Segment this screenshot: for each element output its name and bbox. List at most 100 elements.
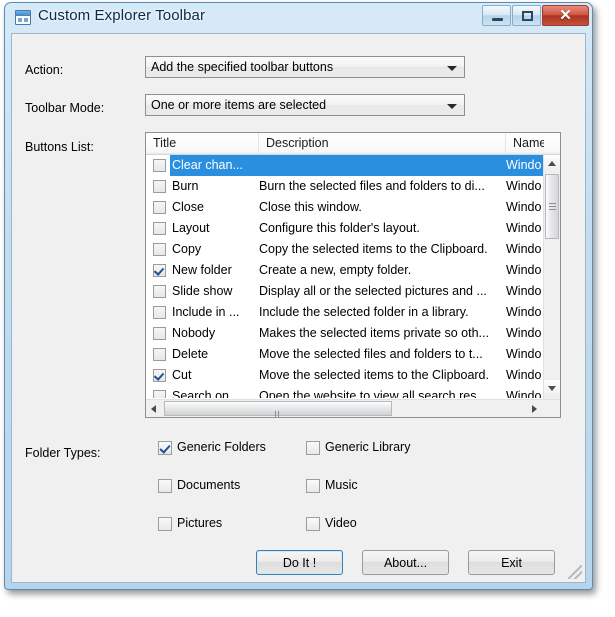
folder-types-label: Folder Types: [25, 446, 101, 460]
toolbar-mode-combobox[interactable]: One or more items are selected [145, 94, 465, 116]
dialog-window: Custom Explorer Toolbar ✕ Action: Add th… [4, 2, 593, 590]
table-row[interactable]: Close Close this window. Windo [146, 197, 544, 218]
checkbox-box[interactable] [158, 517, 172, 531]
action-label: Action: [25, 63, 64, 77]
row-checkbox[interactable] [153, 264, 166, 277]
cell-name: Windo [506, 179, 542, 193]
checkbox-label: Documents [177, 478, 241, 492]
chevron-down-icon [447, 66, 457, 71]
cell-title: Burn [172, 179, 199, 193]
cell-description: Display all or the selected pictures and… [259, 284, 487, 298]
explorer-window-icon [15, 10, 31, 25]
horizontal-scrollbar[interactable] [146, 399, 560, 417]
list-rows: Clear chan... Windo Burn Burn the selected … [146, 155, 544, 398]
cell-title: Copy [172, 242, 202, 256]
column-header-description[interactable]: Description [259, 133, 506, 154]
table-row[interactable]: Search on... Open the website to view all… [146, 386, 544, 398]
scroll-left-button[interactable] [146, 400, 163, 417]
table-row[interactable]: New folder Create a new, empty folder. Win… [146, 260, 544, 281]
cell-name: Windo [506, 221, 542, 235]
cell-description: Move the selected items to the Clipboard… [259, 368, 489, 382]
table-row[interactable]: Clear chan... Windo [146, 155, 544, 176]
checkbox-box[interactable] [158, 479, 172, 493]
column-header-name[interactable]: Name [506, 133, 544, 154]
scroll-up-button[interactable] [544, 155, 560, 172]
cell-name: Windo [506, 347, 542, 361]
toolbar-mode-combobox-value: One or more items are selected [151, 98, 327, 112]
cell-title: Close [172, 200, 204, 214]
cell-title: Include in ... [172, 305, 240, 319]
close-button[interactable]: ✕ [542, 5, 589, 26]
scroll-right-button[interactable] [526, 400, 543, 417]
about-button[interactable]: About... [362, 550, 449, 575]
vertical-scrollbar[interactable] [543, 155, 560, 417]
scroll-grip-icon [549, 203, 556, 210]
table-row[interactable]: Slide show Display all or the selected pi… [146, 281, 544, 302]
table-row[interactable]: Layout Configure this folder's layout. Win… [146, 218, 544, 239]
row-checkbox[interactable] [153, 180, 166, 193]
cell-name: Windo [506, 326, 542, 340]
cell-title: Clear chan... [172, 158, 243, 172]
exit-button[interactable]: Exit [468, 550, 555, 575]
cell-title: Nobody [172, 326, 216, 340]
cell-title: New folder [172, 263, 232, 277]
cell-title: Slide show [172, 284, 233, 298]
cell-description [259, 155, 507, 176]
row-checkbox[interactable] [153, 222, 166, 235]
table-row[interactable]: Burn Burn the selected files and folders … [146, 176, 544, 197]
maximize-button[interactable] [512, 5, 541, 26]
table-row[interactable]: Nobody Makes the selected items private s… [146, 323, 544, 344]
cell-description: Move the selected files and folders to t… [259, 347, 483, 361]
row-checkbox[interactable] [153, 348, 166, 361]
checkbox-label: Generic Folders [177, 440, 266, 454]
screen: Custom Explorer Toolbar ✕ Action: Add th… [0, 0, 615, 617]
do-it-button[interactable]: Do It ! [256, 550, 343, 575]
horizontal-scroll-thumb[interactable] [164, 401, 392, 417]
checkbox-box[interactable] [158, 441, 172, 455]
maximize-icon [522, 11, 533, 21]
checkbox-label: Video [325, 516, 357, 530]
row-checkbox[interactable] [153, 285, 166, 298]
cell-description: Configure this folder's layout. [259, 221, 420, 235]
checkbox-box[interactable] [306, 441, 320, 455]
table-row[interactable]: Include in ... Include the selected folde… [146, 302, 544, 323]
row-checkbox[interactable] [153, 159, 166, 172]
caption-buttons: ✕ [481, 5, 589, 27]
cell-description: Copy the selected items to the Clipboard… [259, 242, 488, 256]
checkbox-box[interactable] [306, 517, 320, 531]
row-checkbox[interactable] [153, 306, 166, 319]
buttons-list[interactable]: Title Description Name Clear chan... Wind… [145, 132, 561, 418]
row-checkbox[interactable] [153, 243, 166, 256]
table-row[interactable]: Copy Copy the selected items to the Clipb… [146, 239, 544, 260]
cell-name: Windo [506, 158, 542, 172]
scroll-down-button[interactable] [544, 380, 560, 397]
row-checkbox[interactable] [153, 327, 166, 340]
resize-grip[interactable] [568, 565, 582, 579]
cell-name: Windo [506, 242, 542, 256]
row-checkbox[interactable] [153, 369, 166, 382]
minimize-button[interactable] [482, 5, 511, 26]
toolbar-mode-label: Toolbar Mode: [25, 101, 105, 115]
checkbox-box[interactable] [306, 479, 320, 493]
cell-description: Include the selected folder in a library… [259, 305, 469, 319]
close-icon: ✕ [559, 7, 572, 24]
cell-name: Windo [506, 305, 542, 319]
row-checkbox[interactable] [153, 201, 166, 214]
list-header: Title Description Name [146, 133, 560, 155]
cell-title: Delete [172, 347, 209, 361]
title-bar: Custom Explorer Toolbar ✕ [5, 3, 592, 33]
cell-title: Search on... [172, 389, 240, 398]
buttons-list-label: Buttons List: [25, 140, 94, 154]
table-row[interactable]: Cut Move the selected items to the Clipbo… [146, 365, 544, 386]
client-area: Action: Add the specified toolbar button… [11, 33, 586, 583]
cell-description: Open the website to view all search res.… [259, 389, 487, 398]
scroll-grip-icon [275, 406, 283, 417]
action-combobox[interactable]: Add the specified toolbar buttons [145, 56, 465, 78]
row-checkbox[interactable] [153, 390, 166, 398]
cell-name: Windo [506, 263, 542, 277]
column-header-title[interactable]: Title [146, 133, 259, 154]
vertical-scroll-thumb[interactable] [545, 174, 559, 239]
table-row[interactable]: Delete Move the selected files and folder… [146, 344, 544, 365]
cell-description: Create a new, empty folder. [259, 263, 412, 277]
cell-name: Windo [506, 284, 542, 298]
